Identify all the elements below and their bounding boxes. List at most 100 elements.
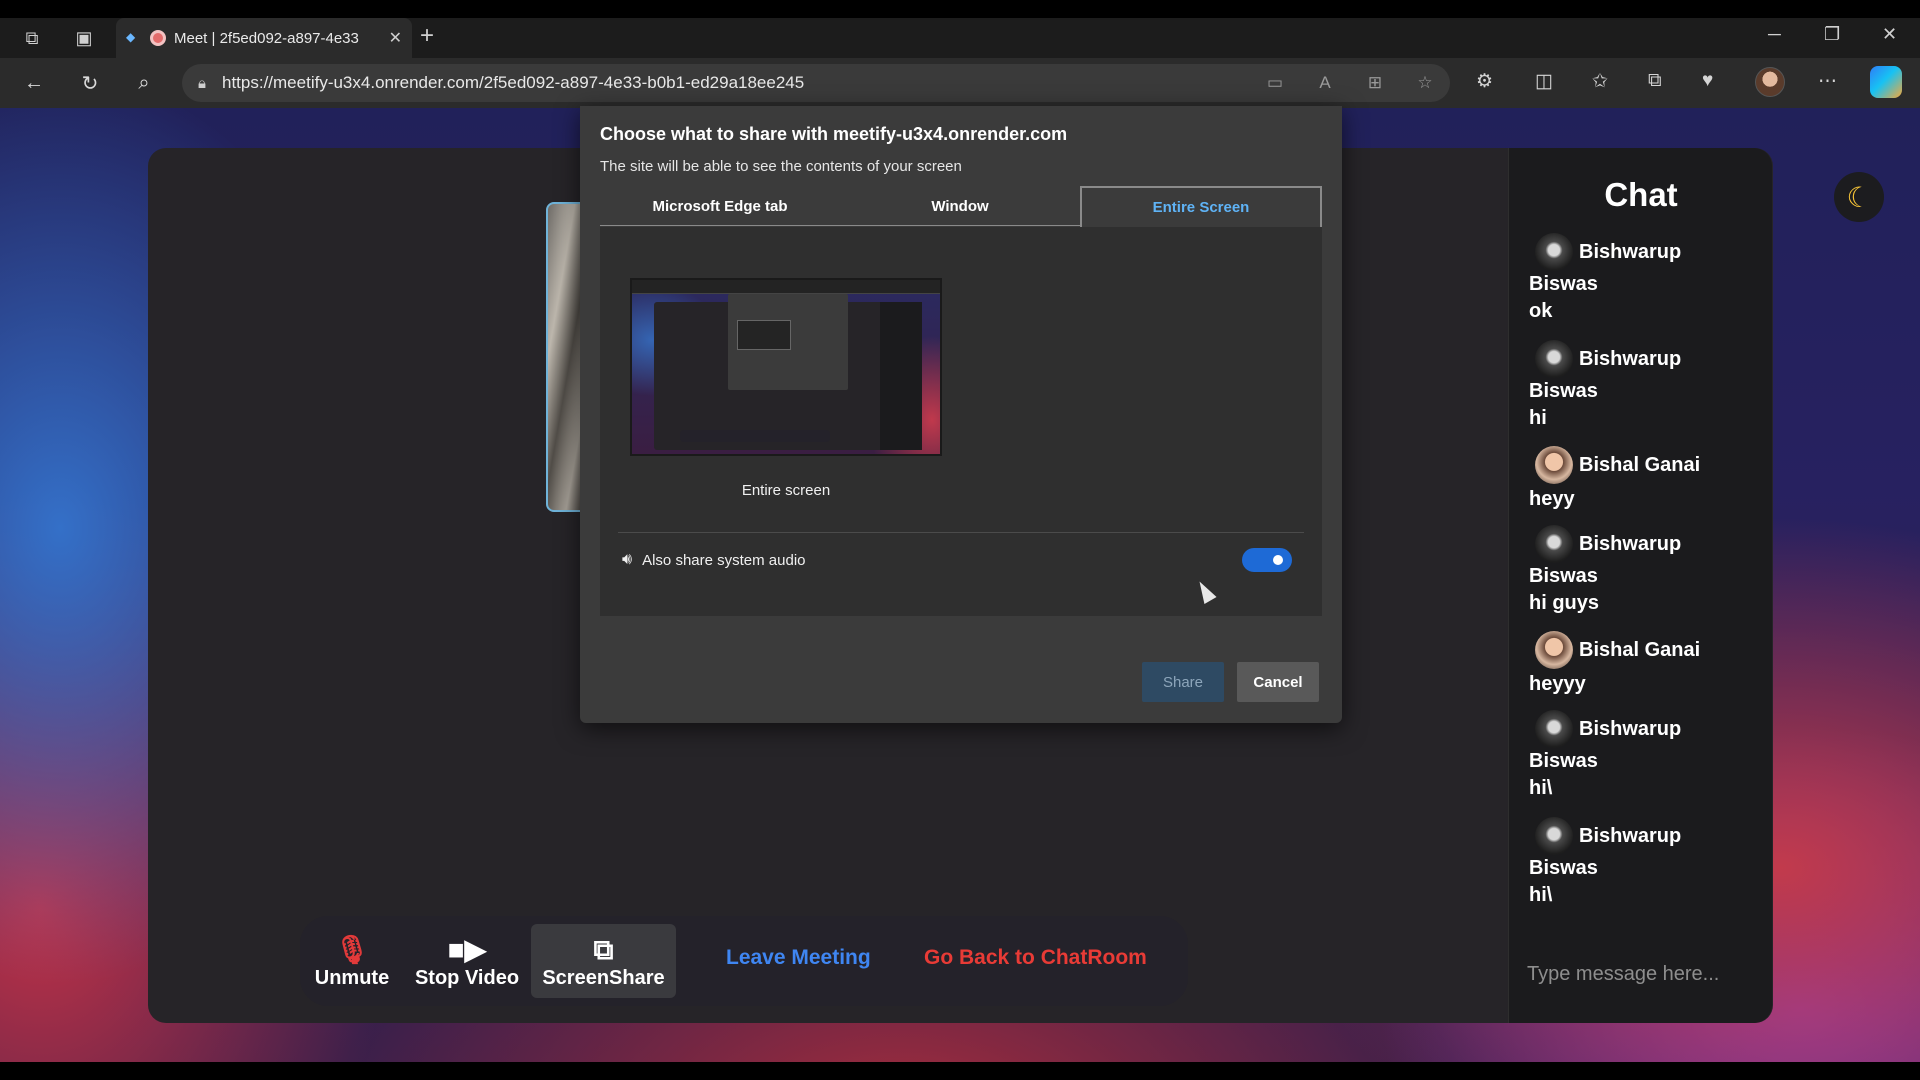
screen-share-dialog: Choose what to share with meetify-u3x4.o… [580, 106, 1342, 723]
lock-icon[interactable]: 🔒︎ [182, 75, 222, 92]
system-audio-row: 🔊︎ Also share system audio [622, 551, 806, 569]
speaker-icon: 🔊︎ [622, 551, 633, 568]
screen-thumbnail[interactable] [630, 278, 942, 456]
site-favicon-icon: ◆ [126, 30, 136, 44]
video-icon: ■▶ [447, 933, 487, 965]
copilot-icon[interactable] [1870, 66, 1902, 98]
chat-message: Bishwarup Biswas hi\ [1529, 817, 1759, 907]
address-bar[interactable]: 🔒︎ https://meetify-u3x4.onrender.com/2f5… [182, 64, 1450, 102]
chat-title: Chat [1604, 176, 1678, 213]
thumbnail-chat [880, 302, 922, 450]
sender-name: Bishal Ganai [1579, 453, 1701, 476]
sender-name: Bishal Ganai [1579, 638, 1701, 661]
dialog-subtitle: The site will be able to see the content… [600, 158, 962, 175]
share-content-area: Entire screen 🔊︎ Also share system audio [600, 227, 1322, 616]
more-icon[interactable]: ⋯ [1818, 70, 1837, 93]
divider [618, 532, 1304, 533]
tab-window[interactable]: Window [840, 186, 1080, 226]
chat-message: Bishwarup Biswas hi [1529, 340, 1759, 430]
message-text: hi\ [1529, 884, 1553, 906]
screenshare-icon: ⧉ [593, 933, 614, 965]
sender-name: Bishwarup [1579, 824, 1682, 847]
stop-video-button[interactable]: ■▶ Stop Video [412, 924, 522, 998]
message-text: hi guys [1529, 592, 1600, 614]
unmute-label: Unmute [314, 966, 390, 989]
moon-icon[interactable]: ☾ [1834, 172, 1884, 222]
thumbnail-controls [680, 430, 830, 442]
tab-entire-screen[interactable]: Entire Screen [1080, 186, 1322, 227]
stop-video-label: Stop Video [414, 966, 520, 989]
thumbnail-preview [737, 320, 791, 350]
tab-edge-tab[interactable]: Microsoft Edge tab [600, 186, 840, 226]
sender-name: Bishwarup [1579, 532, 1682, 555]
browser-tab-bar: ⧉ ▣ ◆ Meet | 2f5ed092-a897-4e33 ✕ + ─ ❐ … [0, 18, 1920, 58]
maximize-icon[interactable]: ❐ [1824, 24, 1840, 45]
app-icon[interactable]: ⊞ [1350, 73, 1400, 93]
chat-message: Bishwarup Biswas hi guys [1529, 525, 1759, 615]
avatar [1535, 631, 1573, 669]
favorites-icon[interactable]: ✩ [1592, 70, 1608, 93]
sender-name: Bishwarup [1579, 347, 1682, 370]
sender-name: Bishwarup [1579, 240, 1682, 263]
chat-message: Bishwarup Biswas ok [1529, 233, 1759, 323]
thumbnail-browser-bar [632, 280, 940, 294]
favorite-icon[interactable]: ☆ [1400, 73, 1450, 93]
search-icon[interactable]: ⌕ [128, 67, 160, 99]
taskbar-strip [0, 1062, 1920, 1080]
system-audio-toggle[interactable] [1242, 548, 1292, 572]
browser-tab-meet[interactable]: ◆ Meet | 2f5ed092-a897-4e33 ✕ [116, 18, 412, 58]
message-text: heyy [1529, 488, 1575, 510]
avatar [1535, 525, 1573, 563]
new-tab-icon[interactable]: + [420, 22, 434, 50]
sender-surname: Biswas [1529, 565, 1598, 587]
chat-message-input[interactable]: Type message here... [1527, 963, 1757, 997]
workspaces-icon[interactable]: ⧉ [16, 22, 48, 54]
message-text: ok [1529, 300, 1553, 322]
avatar [1535, 710, 1573, 748]
avatar [1535, 340, 1573, 378]
chat-message: Bishal Ganai heyy [1529, 446, 1759, 511]
avatar [1535, 446, 1573, 484]
tab-title: Meet | 2f5ed092-a897-4e33 [174, 29, 359, 47]
read-aloud-icon[interactable]: A [1300, 73, 1350, 93]
browser-toolbar: ← ↻ ⌕ 🔒︎ https://meetify-u3x4.onrender.c… [0, 58, 1920, 108]
mic-off-icon: 🎙︎ [334, 933, 370, 965]
share-button[interactable]: Share [1142, 662, 1224, 702]
refresh-icon[interactable]: ↻ [74, 67, 106, 99]
screenshare-label: ScreenShare [542, 966, 665, 989]
cancel-button[interactable]: Cancel [1237, 662, 1319, 702]
message-text: hi [1529, 407, 1547, 429]
extensions-icon[interactable]: ⚙ [1476, 70, 1493, 93]
close-tab-icon[interactable]: ✕ [389, 28, 402, 48]
minimize-icon[interactable]: ─ [1768, 24, 1781, 45]
performance-icon[interactable]: ♥ [1702, 70, 1713, 92]
sender-surname: Biswas [1529, 273, 1598, 295]
dialog-title: Choose what to share with meetify-u3x4.o… [600, 124, 1068, 144]
back-to-chatroom-link[interactable]: Go Back to ChatRoom [924, 946, 1147, 970]
audio-label: Also share system audio [642, 551, 806, 569]
recording-icon [150, 30, 166, 46]
url-text: https://meetify-u3x4.onrender.com/2f5ed0… [222, 73, 805, 92]
profile-icon[interactable] [1755, 67, 1785, 97]
avatar [1535, 233, 1573, 271]
chat-panel: Chat Bishwarup Biswas ok Bishwarup Biswa… [1508, 148, 1772, 1023]
share-source-tabs: Microsoft Edge tab Window Entire Screen [600, 186, 1322, 227]
tab-actions-icon[interactable]: ▣ [68, 22, 100, 54]
back-icon[interactable]: ← [18, 67, 50, 99]
sender-surname: Biswas [1529, 857, 1598, 879]
close-window-icon[interactable]: ✕ [1882, 24, 1897, 45]
split-screen-icon[interactable]: ◫ [1535, 70, 1553, 93]
sender-name: Bishwarup [1579, 717, 1682, 740]
chat-message: Bishwarup Biswas hi\ [1529, 710, 1759, 800]
leave-meeting-link[interactable]: Leave Meeting [726, 946, 871, 970]
sender-surname: Biswas [1529, 380, 1598, 402]
thumbnail-label: Entire screen [741, 482, 831, 499]
unmute-button[interactable]: 🎙︎ Unmute [312, 924, 392, 998]
camera-icon[interactable]: ▭ [1250, 73, 1300, 93]
message-text: heyyy [1529, 673, 1586, 695]
chat-message: Bishal Ganai heyyy [1529, 631, 1759, 696]
sender-surname: Biswas [1529, 750, 1598, 772]
message-text: hi\ [1529, 777, 1553, 799]
screenshare-button[interactable]: ⧉ ScreenShare [531, 924, 676, 998]
collections-icon[interactable]: ⧉ [1648, 70, 1662, 92]
